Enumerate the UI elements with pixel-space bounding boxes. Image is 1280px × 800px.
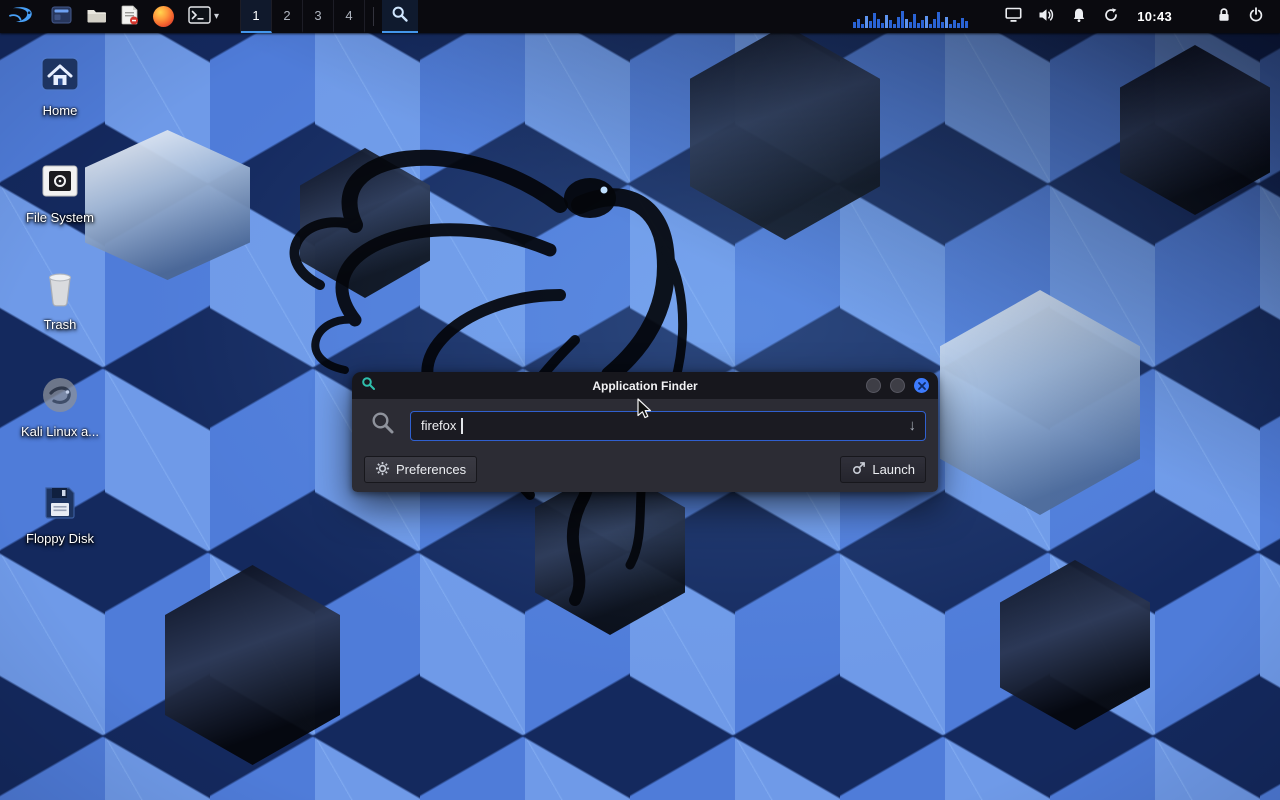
system-tray: 10:43 [853, 0, 1280, 33]
firefox-launcher[interactable] [146, 0, 181, 33]
volume-button[interactable] [1030, 7, 1063, 26]
workspace-button-3[interactable]: 3 [303, 0, 334, 33]
panel-launchers: ▾ 1 2 3 4 [0, 0, 418, 33]
logout-button[interactable] [1240, 7, 1272, 26]
launch-label: Launch [872, 462, 915, 477]
desktop-icon-file-system[interactable]: File System [12, 157, 108, 250]
arrow-down-icon[interactable]: ↓ [909, 418, 917, 433]
search-row: firefox ↓ [364, 410, 926, 441]
window-manager-launcher[interactable] [44, 0, 79, 33]
window-manager-icon [51, 6, 72, 27]
preferences-button[interactable]: Preferences [364, 456, 477, 483]
firefox-icon [153, 6, 174, 27]
taskbar-application-finder-button[interactable] [382, 0, 418, 33]
preferences-label: Preferences [396, 462, 466, 477]
desktop-icon-trash[interactable]: Trash [12, 264, 108, 357]
titlebar[interactable]: Application Finder [352, 372, 938, 399]
file-system-icon [38, 157, 82, 205]
run-icon [851, 461, 866, 479]
panel-separator [373, 7, 374, 26]
close-button[interactable] [914, 378, 929, 393]
updates-icon [1103, 7, 1119, 26]
maximize-button[interactable] [890, 378, 905, 393]
text-caret [461, 418, 463, 434]
floppy-disk-icon [38, 478, 82, 526]
window-title: Application Finder [352, 379, 938, 393]
clock[interactable]: 10:43 [1137, 9, 1172, 24]
button-row: Preferences Launch [364, 456, 926, 483]
display-settings-button[interactable] [997, 7, 1030, 26]
notifications-icon [1071, 7, 1087, 26]
desktop-icon-home[interactable]: Home [12, 50, 108, 143]
volume-icon [1038, 7, 1055, 26]
workspace-button-1[interactable]: 1 [241, 0, 272, 33]
workspace-switcher: 1 2 3 4 [240, 0, 365, 33]
application-finder-window: Application Finder [352, 372, 938, 492]
display-icon [1005, 7, 1022, 26]
applications-menu-button[interactable] [0, 0, 44, 33]
desktop-icon-label: Trash [44, 317, 77, 332]
terminal-launcher[interactable]: ▾ [181, 0, 226, 33]
desktop-icon-label: File System [26, 210, 94, 225]
close-icon [918, 382, 926, 390]
kali-docs-icon [38, 371, 82, 419]
notifications-button[interactable] [1063, 7, 1095, 26]
keyring-lock-button[interactable] [1208, 7, 1240, 26]
lock-icon [1216, 7, 1232, 26]
desktop-icon-label: Home [43, 103, 78, 118]
desktop-icon-label: Kali Linux a... [21, 424, 99, 439]
minimize-button[interactable] [866, 378, 881, 393]
search-input[interactable]: firefox ↓ [410, 411, 926, 441]
desktop-icon-column: Home File System Trash [12, 50, 108, 571]
desktop-root: ▾ 1 2 3 4 [0, 0, 1280, 800]
workspace-button-4[interactable]: 4 [334, 0, 365, 33]
launch-button[interactable]: Launch [840, 456, 926, 483]
desktop-icon-label: Floppy Disk [26, 531, 94, 546]
text-editor-launcher[interactable] [114, 0, 146, 33]
file-manager-icon [86, 6, 107, 27]
window-controls [866, 378, 929, 393]
file-manager-launcher[interactable] [79, 0, 114, 33]
chevron-down-icon: ▾ [214, 11, 219, 22]
desktop-icon-kali-docs[interactable]: Kali Linux a... [12, 371, 108, 464]
kali-menu-icon [7, 3, 37, 30]
home-folder-icon [38, 50, 82, 98]
trash-icon [38, 264, 82, 312]
system-monitor-graph [853, 6, 971, 28]
desktop-icon-floppy-disk[interactable]: Floppy Disk [12, 478, 108, 571]
top-panel: ▾ 1 2 3 4 [0, 0, 1280, 33]
application-finder-icon [391, 5, 409, 26]
gear-icon [375, 461, 390, 479]
updates-button[interactable] [1095, 7, 1127, 26]
text-editor-icon [121, 5, 139, 28]
power-icon [1248, 7, 1264, 26]
workspace-button-2[interactable]: 2 [272, 0, 303, 33]
search-input-value: firefox [421, 418, 456, 433]
finder-body: firefox ↓ Preferences [352, 399, 938, 492]
search-icon [370, 410, 396, 441]
terminal-icon [188, 6, 211, 27]
